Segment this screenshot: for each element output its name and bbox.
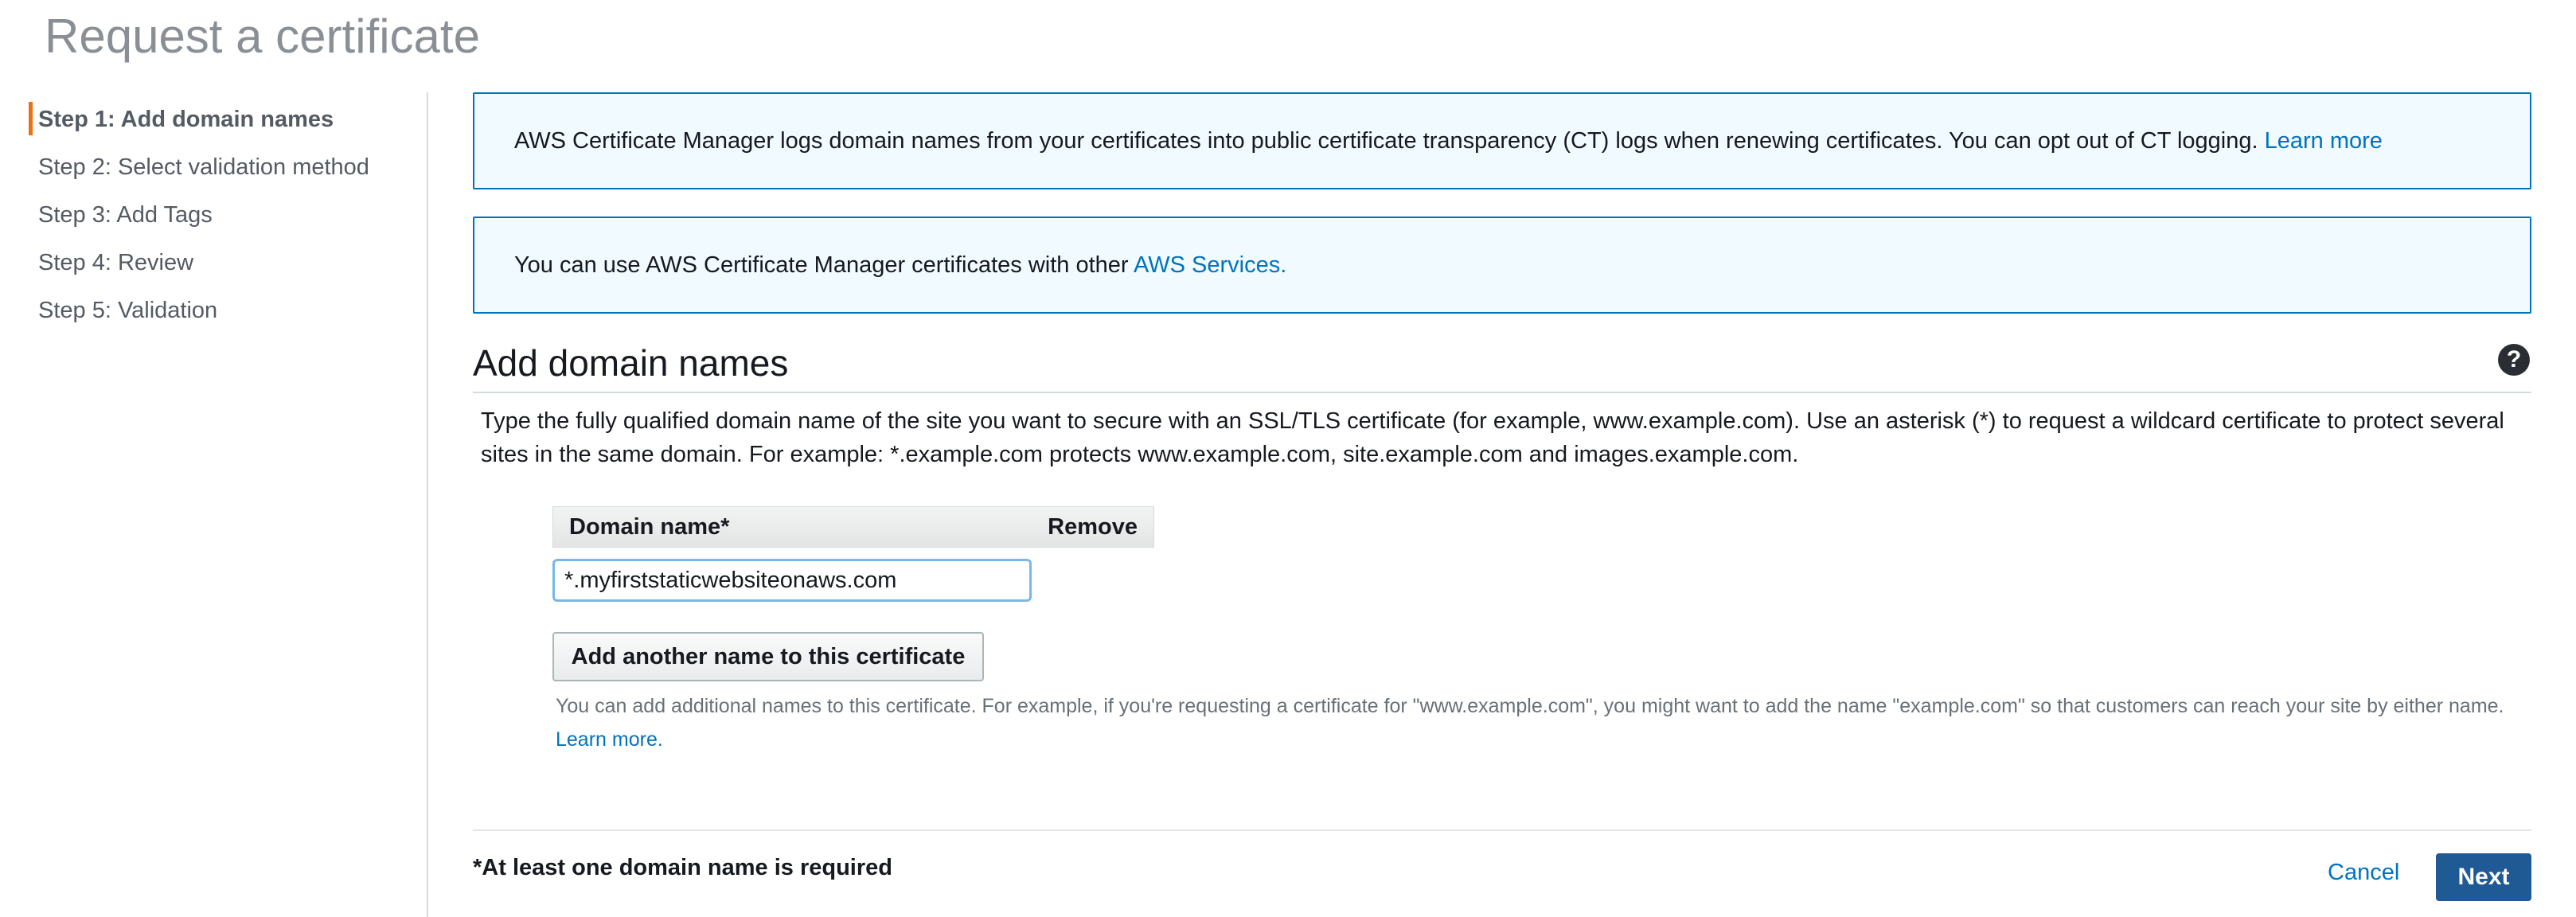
table-header: Domain name* Remove bbox=[552, 506, 1154, 548]
page-title: Request a certificate bbox=[45, 10, 480, 63]
aws-services-info-box: You can use AWS Certificate Manager cert… bbox=[473, 217, 2531, 314]
step-add-tags[interactable]: Step 3: Add Tags bbox=[29, 191, 427, 239]
request-certificate-page: Request a certificate Step 1: Add domain… bbox=[0, 0, 2576, 917]
domain-name-input[interactable] bbox=[552, 559, 1032, 602]
additional-names-hint: You can add additional names to this cer… bbox=[556, 695, 2504, 751]
add-another-name-button[interactable]: Add another name to this certificate bbox=[552, 632, 984, 681]
ct-logging-text: AWS Certificate Manager logs domain name… bbox=[514, 127, 2383, 154]
step-select-validation-method[interactable]: Step 2: Select validation method bbox=[29, 143, 427, 191]
step-review[interactable]: Step 4: Review bbox=[29, 239, 427, 287]
aws-services-link[interactable]: AWS Services. bbox=[1134, 252, 1286, 278]
help-icon[interactable]: ? bbox=[2498, 344, 2530, 376]
required-note: *At least one domain name is required bbox=[473, 855, 892, 880]
ct-logging-info-box: AWS Certificate Manager logs domain name… bbox=[473, 92, 2531, 189]
ct-learn-more-link[interactable]: Learn more bbox=[2265, 128, 2383, 154]
section-title: Add domain names bbox=[473, 342, 789, 384]
step-validation[interactable]: Step 5: Validation bbox=[29, 287, 427, 334]
section-description: Type the fully qualified domain name of … bbox=[481, 408, 2504, 467]
column-header-domain-name: Domain name* bbox=[569, 514, 730, 540]
aws-services-text: You can use AWS Certificate Manager cert… bbox=[514, 252, 1287, 278]
section-header: Add domain names ? bbox=[473, 334, 2531, 393]
footer-divider bbox=[473, 829, 2531, 831]
step-add-domain-names[interactable]: Step 1: Add domain names bbox=[29, 96, 427, 143]
cancel-link[interactable]: Cancel bbox=[2328, 860, 2399, 886]
next-button[interactable]: Next bbox=[2436, 853, 2531, 901]
sidebar-divider bbox=[427, 92, 428, 917]
domain-table: Domain name* Remove bbox=[552, 506, 1154, 602]
steps-sidebar: Step 1: Add domain names Step 2: Select … bbox=[29, 96, 427, 334]
hint-learn-more-link[interactable]: Learn more. bbox=[556, 728, 663, 751]
column-header-remove: Remove bbox=[1048, 514, 1138, 540]
